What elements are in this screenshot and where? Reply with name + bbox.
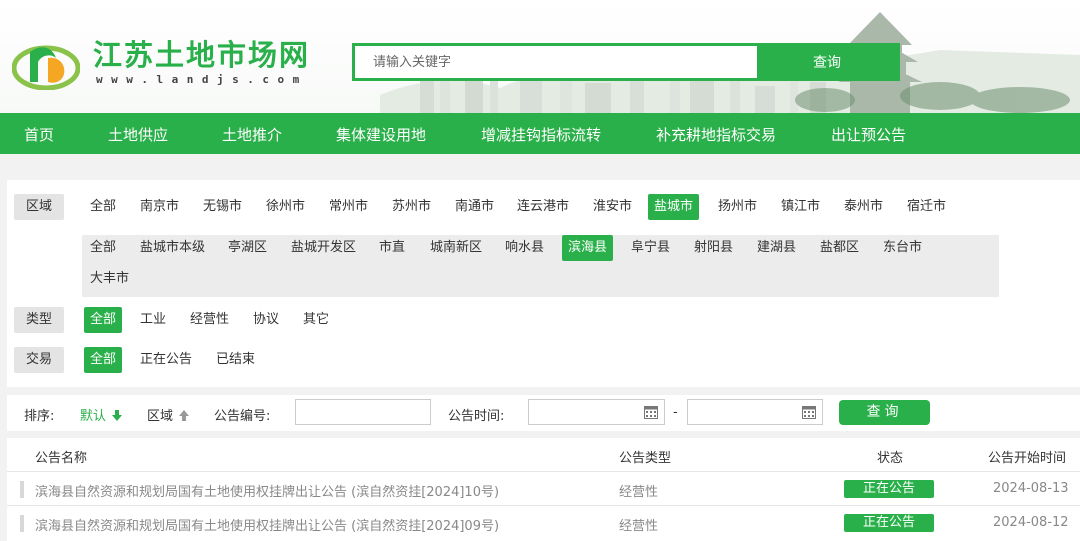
region-chip[interactable]: 镇江市 <box>775 194 826 220</box>
search-box: 查询 <box>352 43 900 81</box>
nav-collective-land[interactable]: 集体建设用地 <box>336 124 426 145</box>
site-title[interactable]: 江苏土地市场网 <box>93 32 310 74</box>
region-chip[interactable]: 南通市 <box>449 194 500 220</box>
nav-land-supply[interactable]: 土地供应 <box>108 124 168 145</box>
nav-pre-announcement[interactable]: 出让预公告 <box>831 124 906 145</box>
site-url: www.landjs.com <box>96 73 308 86</box>
announcement-type: 经营性 <box>619 485 659 500</box>
announcement-date: 2024-08-12 <box>993 515 1069 530</box>
region-chip[interactable]: 苏州市 <box>386 194 437 220</box>
query-button[interactable]: 查询 <box>839 400 930 425</box>
announcement-link[interactable]: 滨海县自然资源和规划局国有土地使用权挂牌出让公告 (滨自然资挂[2024]10号… <box>35 481 499 500</box>
sub-region-panel: 全部 盐城市本级 亭湖区 盐城开发区 市直 城南新区 响水县 滨海县 阜宁县 射… <box>82 235 999 297</box>
type-chip[interactable]: 其它 <box>297 307 335 333</box>
sub-region-chip[interactable]: 盐都区 <box>814 235 865 261</box>
region-chip[interactable]: 连云港市 <box>511 194 575 220</box>
announcement-table: 公告名称 公告类型 状态 公告开始时间 滨海县自然资源和规划局国有土地使用权挂牌… <box>7 438 1080 541</box>
sub-region-chip[interactable]: 市直 <box>373 235 411 261</box>
region-chip[interactable]: 淮安市 <box>587 194 638 220</box>
region-chip[interactable]: 泰州市 <box>838 194 889 220</box>
sub-region-chip[interactable]: 盐城开发区 <box>285 235 362 261</box>
sort-region-label: 区域 <box>147 409 174 424</box>
sub-region-chip[interactable]: 射阳县 <box>688 235 739 261</box>
type-chip[interactable]: 经营性 <box>184 307 235 333</box>
nav-farmland-quota[interactable]: 补充耕地指标交易 <box>656 124 776 145</box>
end-date-input[interactable] <box>687 399 823 425</box>
search-button[interactable]: 查询 <box>757 46 897 78</box>
table-row[interactable]: 滨海县自然资源和规划局国有土地使用权挂牌出让公告 (滨自然资挂[2024]10号… <box>7 471 1080 505</box>
sub-region-chip[interactable]: 东台市 <box>877 235 928 261</box>
region-chip[interactable]: 常州市 <box>323 194 374 220</box>
date-separator: - <box>673 405 678 420</box>
site-header: 江苏土地市场网 www.landjs.com 查询 <box>0 0 1080 113</box>
sub-region-chip-selected[interactable]: 滨海县 <box>562 235 614 261</box>
row-marker <box>20 515 24 532</box>
column-header-name: 公告名称 <box>35 451 88 466</box>
trade-chip[interactable]: 正在公告 <box>134 347 198 373</box>
trade-chip-selected[interactable]: 全部 <box>84 347 123 373</box>
sub-region-chip[interactable]: 全部 <box>84 235 122 261</box>
notice-time-label: 公告时间: <box>448 409 505 424</box>
region-filter-label: 区域 <box>14 194 64 220</box>
nav-land-promotion[interactable]: 土地推介 <box>222 124 282 145</box>
sub-region-chip[interactable]: 建湖县 <box>751 235 802 261</box>
row-marker <box>20 481 24 498</box>
region-chip[interactable]: 宿迁市 <box>901 194 952 220</box>
table-row[interactable]: 滨海县自然资源和规划局国有土地使用权挂牌出让公告 (滨自然资挂[2024]09号… <box>7 505 1080 539</box>
filter-panel: 区域 全部 南京市 无锡市 徐州市 常州市 苏州市 南通市 连云港市 淮安市 盐… <box>7 180 1080 387</box>
nav-quota-transfer[interactable]: 增减挂钩指标流转 <box>481 124 601 145</box>
sub-region-chip[interactable]: 城南新区 <box>424 235 488 261</box>
arrow-down-icon <box>112 410 123 421</box>
sort-bar: 排序: 默认 区域 公告编号: 公告时间: - 查询 <box>7 395 1080 431</box>
sort-default-label: 默认 <box>80 409 107 424</box>
announcement-link[interactable]: 滨海县自然资源和规划局国有土地使用权挂牌出让公告 (滨自然资挂[2024]09号… <box>35 515 499 534</box>
type-filter-label: 类型 <box>14 307 64 333</box>
notice-no-label: 公告编号: <box>214 409 271 424</box>
region-chip[interactable]: 全部 <box>84 194 122 220</box>
status-badge: 正在公告 <box>844 480 934 498</box>
trade-chip[interactable]: 已结束 <box>210 347 261 373</box>
type-chip-selected[interactable]: 全部 <box>84 307 123 333</box>
column-header-status: 状态 <box>877 451 904 466</box>
sub-region-chip[interactable]: 大丰市 <box>84 266 135 292</box>
type-chip[interactable]: 协议 <box>247 307 285 333</box>
region-chip[interactable]: 无锡市 <box>197 194 248 220</box>
type-chip[interactable]: 工业 <box>134 307 172 333</box>
sub-region-chip[interactable]: 盐城市本级 <box>134 235 211 261</box>
announcement-type: 经营性 <box>619 519 659 534</box>
column-header-start-date: 公告开始时间 <box>988 451 1067 466</box>
status-badge: 正在公告 <box>844 514 934 532</box>
column-header-type: 公告类型 <box>619 451 672 466</box>
sort-region-button[interactable]: 区域 <box>147 405 190 424</box>
sort-label: 排序: <box>24 409 55 424</box>
trade-filter-label: 交易 <box>14 347 64 373</box>
region-chip-selected[interactable]: 盐城市 <box>648 194 700 220</box>
region-chip[interactable]: 南京市 <box>134 194 185 220</box>
region-chip[interactable]: 扬州市 <box>712 194 763 220</box>
calendar-icon[interactable] <box>802 405 816 419</box>
announcement-date: 2024-08-13 <box>993 481 1069 496</box>
notice-no-input[interactable] <box>295 399 431 425</box>
search-input[interactable] <box>355 46 757 78</box>
calendar-icon[interactable] <box>644 405 658 419</box>
main-nav: 首页 土地供应 土地推介 集体建设用地 增减挂钩指标流转 补充耕地指标交易 出让… <box>0 113 1080 154</box>
arrow-up-icon <box>179 410 190 421</box>
sub-region-chip[interactable]: 阜宁县 <box>625 235 676 261</box>
sub-region-chip[interactable]: 亭湖区 <box>222 235 273 261</box>
sort-default-button[interactable]: 默认 <box>80 405 123 424</box>
region-chip[interactable]: 徐州市 <box>260 194 311 220</box>
start-date-input[interactable] <box>528 399 665 425</box>
nav-home[interactable]: 首页 <box>24 124 54 145</box>
sub-region-chip[interactable]: 响水县 <box>499 235 550 261</box>
landjs-logo-icon <box>12 45 80 90</box>
